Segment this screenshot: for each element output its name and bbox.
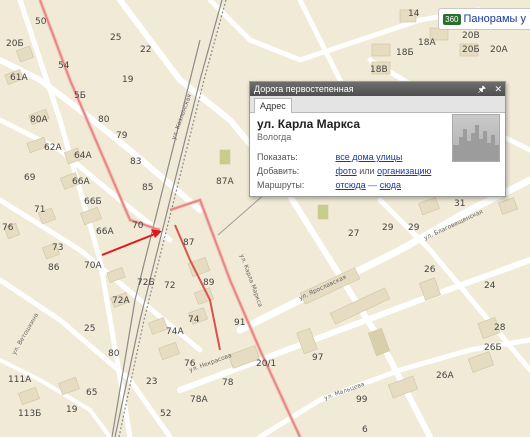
house-number: 19: [122, 75, 134, 85]
tab-address[interactable]: Адрес: [254, 98, 292, 113]
popup-tabs: Адрес: [250, 96, 505, 113]
house-number: 28: [494, 323, 506, 333]
house-number: 62А: [44, 143, 62, 153]
house-number: 25: [110, 33, 121, 43]
house-number: 87А: [216, 177, 234, 187]
routes-label: Маршруты:: [257, 180, 305, 190]
house-number: 26А: [436, 371, 454, 381]
house-number: 70: [132, 221, 144, 231]
dash-text: —: [368, 180, 378, 190]
house-number: 20Б: [6, 39, 24, 49]
route-to-link[interactable]: сюда: [380, 180, 401, 190]
house-number: 72А: [112, 296, 130, 306]
house-number: 29: [382, 223, 394, 233]
popup-title: Дорога первостепенная: [254, 84, 354, 94]
house-number: 5Б: [74, 91, 86, 101]
house-number: 25: [84, 324, 95, 334]
house-number: 50: [35, 17, 47, 27]
panorama-label: Панорамы у: [463, 13, 526, 25]
house-number: 66А: [72, 177, 90, 187]
house-number: 52: [160, 409, 171, 419]
house-number: 83: [130, 157, 141, 167]
house-number: 76: [2, 223, 14, 233]
house-number: 19: [66, 405, 78, 415]
house-number: 22: [140, 45, 151, 55]
close-icon[interactable]: ✕: [494, 84, 502, 94]
house-number: 79: [116, 131, 128, 141]
panorama-button[interactable]: 360 Панорамы у: [438, 8, 530, 30]
house-number: 97: [312, 353, 323, 363]
house-number: 89: [203, 278, 215, 288]
house-number: 26: [424, 265, 436, 275]
house-number: 26Б: [484, 343, 502, 353]
address-popup: Дорога первостепенная 🖈 ✕ Адрес ул. Карл…: [249, 81, 506, 197]
show-row: Показать: все дома улицы: [257, 152, 497, 162]
house-number: 29: [408, 223, 420, 233]
house-number: 20Б: [462, 45, 480, 55]
house-number: 20/1: [256, 359, 276, 369]
house-number: 31: [454, 199, 465, 209]
house-number: 74: [188, 315, 200, 325]
house-number: 27: [348, 229, 359, 239]
house-number: 111А: [8, 375, 32, 385]
add-row: Добавить: фото или организацию: [257, 166, 497, 176]
house-number: 87: [183, 238, 194, 248]
house-number: 76: [184, 359, 196, 369]
city-name: Вологда: [257, 132, 292, 142]
house-number: 66Б: [84, 197, 102, 207]
house-number: 78: [222, 378, 234, 388]
house-number: 65: [86, 388, 97, 398]
house-number: 99: [356, 395, 368, 405]
route-from-link[interactable]: отсюда: [336, 180, 366, 190]
house-number: 20В: [462, 31, 480, 41]
house-number: 18Б: [396, 48, 414, 58]
popup-header: Дорога первостепенная 🖈 ✕: [250, 82, 505, 96]
add-organization-link[interactable]: организацию: [377, 166, 431, 176]
pin-icon[interactable]: 🖈: [478, 84, 486, 94]
city-map[interactable]: ул. Карла Маркса ул. Ярославская ул. Коз…: [0, 0, 530, 437]
house-number: 66А: [96, 227, 114, 237]
house-number: 72: [164, 281, 175, 291]
house-number: 20А: [490, 45, 508, 55]
all-houses-link[interactable]: все дома улицы: [336, 152, 403, 162]
panorama-icon: 360: [443, 13, 461, 25]
house-number: 74А: [166, 327, 184, 337]
house-number: 18А: [418, 38, 436, 48]
house-number: 14: [408, 9, 420, 19]
street-name: ул. Карла Маркса: [257, 117, 361, 131]
routes-row: Маршруты: отсюда — сюда: [257, 180, 497, 190]
house-number: 23: [146, 377, 157, 387]
add-label: Добавить:: [257, 166, 300, 176]
house-number: 78А: [190, 395, 208, 405]
show-label: Показать:: [257, 152, 298, 162]
or-text: или: [359, 166, 375, 176]
house-number: 6: [362, 425, 368, 435]
house-number: 80: [108, 349, 120, 359]
house-number: 64А: [74, 151, 92, 161]
house-number: 54: [58, 61, 70, 71]
house-number: 24: [484, 281, 496, 291]
house-number: 72Б: [137, 278, 155, 288]
house-number: 91: [234, 318, 245, 328]
house-number: 113Б: [18, 409, 41, 419]
house-number: 69: [24, 173, 36, 183]
house-number: 80: [98, 115, 110, 125]
add-photo-link[interactable]: фото: [336, 166, 357, 176]
house-number: 85: [142, 183, 153, 193]
house-number: 73: [52, 243, 63, 253]
house-number: 18В: [370, 65, 388, 75]
house-number: 61А: [10, 73, 28, 83]
house-number: 70А: [84, 261, 102, 271]
house-number: 71: [34, 205, 45, 215]
house-number: 86: [48, 263, 60, 273]
house-number: 80А: [30, 115, 48, 125]
